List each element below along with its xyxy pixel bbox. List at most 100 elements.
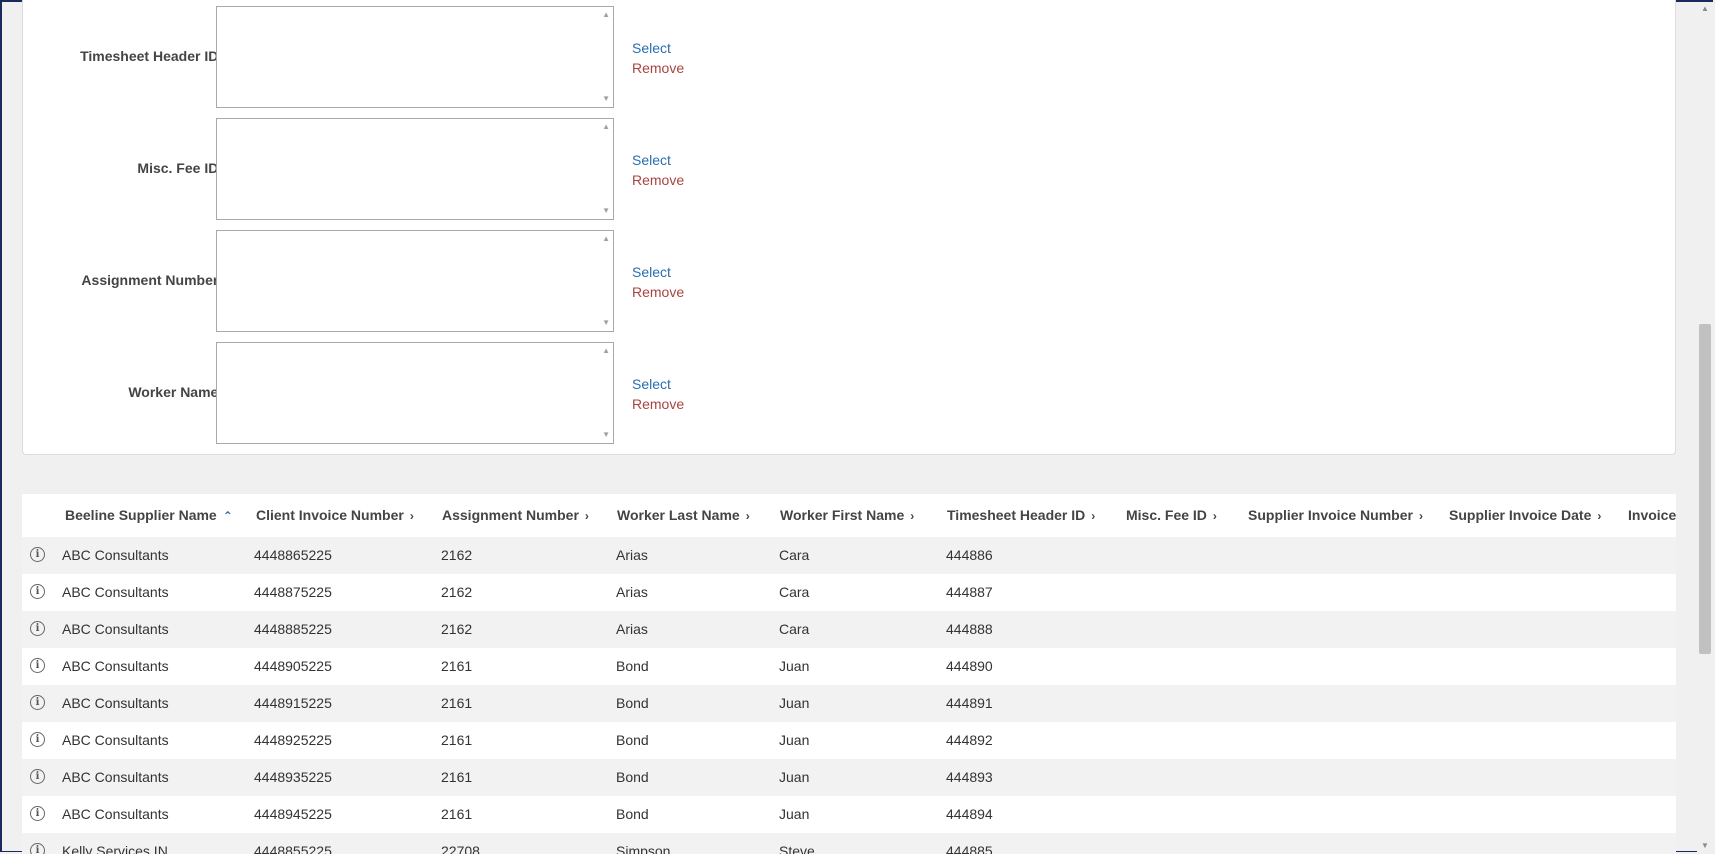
- client-invoice-number-cell: 4448925225: [254, 732, 332, 748]
- assignment-number-listbox[interactable]: ▲ ▼: [216, 230, 614, 332]
- worker-first-name-cell: Juan: [779, 658, 810, 674]
- column-header-label: Client Invoice Number: [256, 507, 404, 523]
- assignment-number-cell: 2162: [441, 584, 473, 600]
- sort-ascending-icon: ⌃: [222, 509, 233, 523]
- select-link[interactable]: Select: [632, 262, 684, 282]
- table-row[interactable]: i ABC Consultants 4448925225 2161 Bond Juan 44…: [22, 722, 1676, 759]
- filter-actions: Select Remove: [632, 262, 684, 302]
- worker-first-name-cell: Steve: [779, 843, 815, 854]
- filter-row-assignment-number: Assignment Number: ▲ ▼ Select Remove: [23, 230, 783, 334]
- scroll-up-icon[interactable]: ▲: [602, 235, 610, 243]
- column-header-timesheet-header-id[interactable]: Timesheet Header ID ›: [947, 494, 1095, 537]
- table-row[interactable]: i ABC Consultants 4448945225 2161 Bond Juan 44…: [22, 796, 1676, 833]
- scroll-up-icon[interactable]: ▲: [602, 11, 610, 19]
- info-icon[interactable]: i: [30, 621, 45, 636]
- table-row[interactable]: i ABC Consultants 4448915225 2161 Bond Juan 44…: [22, 685, 1676, 722]
- table-row[interactable]: i ABC Consultants 4448875225 2162 Arias Cara 4…: [22, 574, 1676, 611]
- column-header-misc-fee-id[interactable]: Misc. Fee ID ›: [1126, 494, 1217, 537]
- table-row[interactable]: i ABC Consultants 4448885225 2162 Arias Cara 4…: [22, 611, 1676, 648]
- scroll-down-icon[interactable]: ▼: [602, 207, 610, 215]
- results-grid: Beeline Supplier Name ⌃ Client Invoice Nu…: [22, 494, 1676, 854]
- info-icon[interactable]: i: [30, 843, 45, 854]
- select-link[interactable]: Select: [632, 150, 684, 170]
- worker-last-name-cell: Bond: [616, 658, 649, 674]
- info-icon[interactable]: i: [30, 806, 45, 821]
- client-invoice-number-cell: 4448885225: [254, 621, 332, 637]
- table-row[interactable]: i ABC Consultants 4448905225 2161 Bond Juan 44…: [22, 648, 1676, 685]
- column-header-supplier-invoice-number[interactable]: Supplier Invoice Number ›: [1248, 494, 1423, 537]
- misc-fee-id-listbox[interactable]: ▲ ▼: [216, 118, 614, 220]
- column-header-client-invoice-number[interactable]: Client Invoice Number ›: [256, 494, 414, 537]
- column-header-invoice[interactable]: Invoice: [1628, 494, 1676, 537]
- worker-last-name-cell: Arias: [616, 547, 648, 563]
- column-header-label: Supplier Invoice Date: [1449, 507, 1592, 523]
- client-invoice-number-cell: 4448875225: [254, 584, 332, 600]
- worker-first-name-cell: Juan: [779, 695, 810, 711]
- worker-first-name-cell: Cara: [779, 547, 810, 563]
- filter-panel: Timesheet Header ID: ▲ ▼ Select Remove M…: [22, 0, 1676, 455]
- table-row[interactable]: i ABC Consultants 4448865225 2162 Arias Cara 4…: [22, 537, 1676, 574]
- timesheet-header-id-cell: 444892: [946, 732, 993, 748]
- supplier-name-cell: ABC Consultants: [62, 584, 169, 600]
- column-header-supplier-invoice-date[interactable]: Supplier Invoice Date ›: [1449, 494, 1601, 537]
- info-icon[interactable]: i: [30, 769, 45, 784]
- assignment-number-cell: 2162: [441, 621, 473, 637]
- chevron-right-icon: ›: [409, 509, 414, 523]
- info-icon[interactable]: i: [30, 732, 45, 747]
- vertical-scrollbar[interactable]: ▲ ▼: [1697, 2, 1713, 852]
- worker-name-listbox[interactable]: ▲ ▼: [216, 342, 614, 444]
- worker-first-name-cell: Cara: [779, 621, 810, 637]
- chevron-right-icon: ›: [1212, 509, 1217, 523]
- supplier-name-cell: ABC Consultants: [62, 769, 169, 785]
- filter-row-misc-fee-id: Misc. Fee ID: ▲ ▼ Select Remove: [23, 118, 783, 222]
- column-header-worker-first-name[interactable]: Worker First Name ›: [780, 494, 914, 537]
- filter-row-timesheet-header-id: Timesheet Header ID: ▲ ▼ Select Remove: [23, 6, 783, 110]
- column-header-label: Invoice: [1628, 507, 1676, 523]
- scroll-down-icon[interactable]: ▼: [602, 319, 610, 327]
- remove-link[interactable]: Remove: [632, 58, 684, 78]
- supplier-name-cell: Kelly Services IN: [62, 843, 168, 854]
- timesheet-header-id-cell: 444887: [946, 584, 993, 600]
- grid-header: Beeline Supplier Name ⌃ Client Invoice Nu…: [22, 494, 1676, 538]
- assignment-number-cell: 2161: [441, 732, 473, 748]
- timesheet-header-id-cell: 444890: [946, 658, 993, 674]
- chevron-right-icon: ›: [584, 509, 589, 523]
- scroll-up-icon[interactable]: ▲: [602, 123, 610, 131]
- filter-actions: Select Remove: [632, 374, 684, 414]
- filter-label: Worker Name:: [128, 384, 223, 400]
- client-invoice-number-cell: 4448935225: [254, 769, 332, 785]
- select-link[interactable]: Select: [632, 38, 684, 58]
- info-icon[interactable]: i: [30, 658, 45, 673]
- scroll-down-icon[interactable]: ▼: [602, 431, 610, 439]
- timesheet-header-id-cell: 444885: [946, 843, 993, 854]
- scroll-down-arrow-icon[interactable]: ▼: [1701, 841, 1709, 850]
- filter-actions: Select Remove: [632, 38, 684, 78]
- column-header-worker-last-name[interactable]: Worker Last Name ›: [617, 494, 750, 537]
- worker-last-name-cell: Simpson: [616, 843, 671, 854]
- scroll-up-arrow-icon[interactable]: ▲: [1701, 4, 1709, 13]
- remove-link[interactable]: Remove: [632, 282, 684, 302]
- timesheet-header-id-cell: 444888: [946, 621, 993, 637]
- remove-link[interactable]: Remove: [632, 170, 684, 190]
- scroll-down-icon[interactable]: ▼: [602, 95, 610, 103]
- scroll-up-icon[interactable]: ▲: [602, 347, 610, 355]
- select-link[interactable]: Select: [632, 374, 684, 394]
- column-header-assignment-number[interactable]: Assignment Number ›: [442, 494, 589, 537]
- column-header-label: Worker First Name: [780, 507, 905, 523]
- column-header-beeline-supplier-name[interactable]: Beeline Supplier Name ⌃: [65, 494, 233, 537]
- remove-link[interactable]: Remove: [632, 394, 684, 414]
- chevron-right-icon: ›: [910, 509, 915, 523]
- info-icon[interactable]: i: [30, 695, 45, 710]
- timesheet-header-id-listbox[interactable]: ▲ ▼: [216, 6, 614, 108]
- info-icon[interactable]: i: [30, 584, 45, 599]
- assignment-number-cell: 2161: [441, 658, 473, 674]
- column-header-label: Beeline Supplier Name: [65, 507, 217, 523]
- filter-label: Assignment Number:: [81, 272, 223, 288]
- scroll-thumb[interactable]: [1699, 324, 1711, 654]
- column-header-label: Misc. Fee ID: [1126, 507, 1207, 523]
- info-icon[interactable]: i: [30, 547, 45, 562]
- table-row[interactable]: i Kelly Services IN 4448855225 22708 Simpson…: [22, 833, 1676, 854]
- table-row[interactable]: i ABC Consultants 4448935225 2161 Bond Juan 44…: [22, 759, 1676, 796]
- column-header-label: Worker Last Name: [617, 507, 740, 523]
- column-header-label: Timesheet Header ID: [947, 507, 1086, 523]
